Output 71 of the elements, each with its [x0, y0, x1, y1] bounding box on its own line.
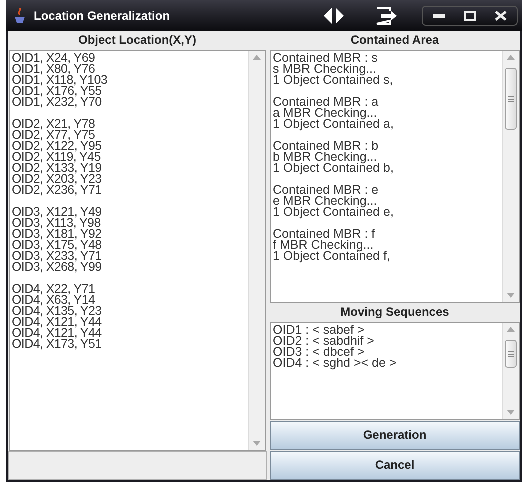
status-line: 1 Object Contained b,	[273, 163, 394, 174]
panel-header: Moving Sequences	[340, 304, 450, 321]
sequence-line: OID4 : < sghd >< de >	[273, 358, 397, 369]
status-line: Contained MBR : s	[273, 53, 378, 64]
text-area[interactable]: OID1 : < sabef > OID2 : < sabdhif > OID3 : < dbcef > OID4 : < sghd >< de >	[270, 322, 520, 420]
panel-header: Contained Area	[350, 32, 440, 49]
action-button[interactable]: Cancel	[270, 451, 520, 480]
cup-icon	[14, 8, 26, 24]
sequence-line: OID1 : < sabef >	[273, 325, 365, 336]
location-line: OID4, X121, Y44	[12, 317, 102, 328]
status-line: s MBR Checking...	[273, 64, 377, 75]
scrollbar[interactable]	[502, 323, 519, 419]
location-line: OID3, X113, Y98	[12, 218, 101, 229]
scrollbar[interactable]	[502, 51, 519, 302]
location-line: OID3, X233, Y71	[12, 251, 102, 262]
status-line: a MBR Checking...	[273, 108, 378, 119]
grip-icon	[508, 96, 514, 102]
scroll-up-icon[interactable]	[507, 327, 515, 332]
location-line: OID2, X236, Y71	[12, 185, 102, 196]
minimize-icon[interactable]	[432, 14, 445, 18]
scroll-thumb[interactable]	[505, 340, 517, 368]
left-right-arrows-icon[interactable]	[324, 8, 344, 24]
exit-icon[interactable]	[376, 6, 398, 24]
location-line: OID3, X175, Y48	[12, 240, 102, 251]
status-line: b MBR Checking...	[273, 152, 378, 163]
status-line: e MBR Checking...	[273, 196, 378, 207]
grip-icon	[508, 350, 514, 358]
sequence-line: OID3 : < dbcef >	[273, 347, 365, 358]
location-line: OID1, X24, Y69	[12, 53, 96, 64]
text-area[interactable]	[9, 50, 266, 451]
status-line: Contained MBR : a	[273, 97, 379, 108]
location-line: OID1, X118, Y103	[12, 75, 108, 86]
scroll-up-icon[interactable]	[253, 55, 261, 60]
location-line: OID2, X133, Y19	[12, 163, 102, 174]
location-line: OID3, X181, Y92	[12, 229, 102, 240]
close-icon[interactable]	[495, 10, 508, 20]
location-line: OID2, X21, Y78	[12, 119, 96, 130]
location-line: OID2, X77, Y75	[12, 130, 96, 141]
location-line: OID4, X63, Y14	[12, 295, 96, 306]
status-line: Contained MBR : b	[273, 141, 379, 152]
status-line: 1 Object Contained f,	[273, 251, 390, 262]
panel-header: Object Location(X,Y)	[77, 32, 198, 49]
location-line: OID2, X119, Y45	[12, 152, 101, 163]
scrollbar[interactable]	[248, 51, 265, 450]
status-line: Contained MBR : e	[273, 185, 379, 196]
status-line: 1 Object Contained a,	[273, 119, 394, 130]
maximize-icon[interactable]	[464, 10, 476, 20]
location-line: OID4, X22, Y71	[12, 284, 96, 295]
action-button[interactable]: Generation	[270, 421, 520, 450]
text-area[interactable]	[270, 50, 520, 303]
location-line: OID1, X232, Y70	[12, 97, 102, 108]
sequence-line: OID2 : < sabdhif >	[273, 336, 374, 347]
status-line: Contained MBR : f	[273, 229, 376, 240]
location-line: OID1, X80, Y76	[12, 64, 96, 75]
location-line: OID3, X121, Y49	[12, 207, 102, 218]
scroll-down-icon[interactable]	[507, 410, 515, 415]
location-line: OID1, X176, Y55	[12, 86, 102, 97]
scroll-up-icon[interactable]	[507, 55, 515, 60]
status-line: f MBR Checking...	[273, 240, 374, 251]
status-line: 1 Object Contained s,	[273, 75, 394, 86]
scroll-down-icon[interactable]	[253, 441, 261, 446]
location-line: OID4, X173, Y51	[12, 339, 102, 350]
scroll-thumb[interactable]	[505, 68, 517, 130]
status-line: 1 Object Contained e,	[273, 207, 394, 218]
location-line: OID2, X203, Y23	[12, 174, 102, 185]
window-title: Location Generalization	[34, 8, 170, 24]
location-line: OID2, X122, Y95	[12, 141, 102, 152]
scroll-down-icon[interactable]	[507, 293, 515, 298]
location-line: OID3, X268, Y99	[12, 262, 102, 273]
location-line: OID4, X121, Y44	[12, 328, 102, 339]
location-line: OID4, X135, Y23	[12, 306, 102, 317]
